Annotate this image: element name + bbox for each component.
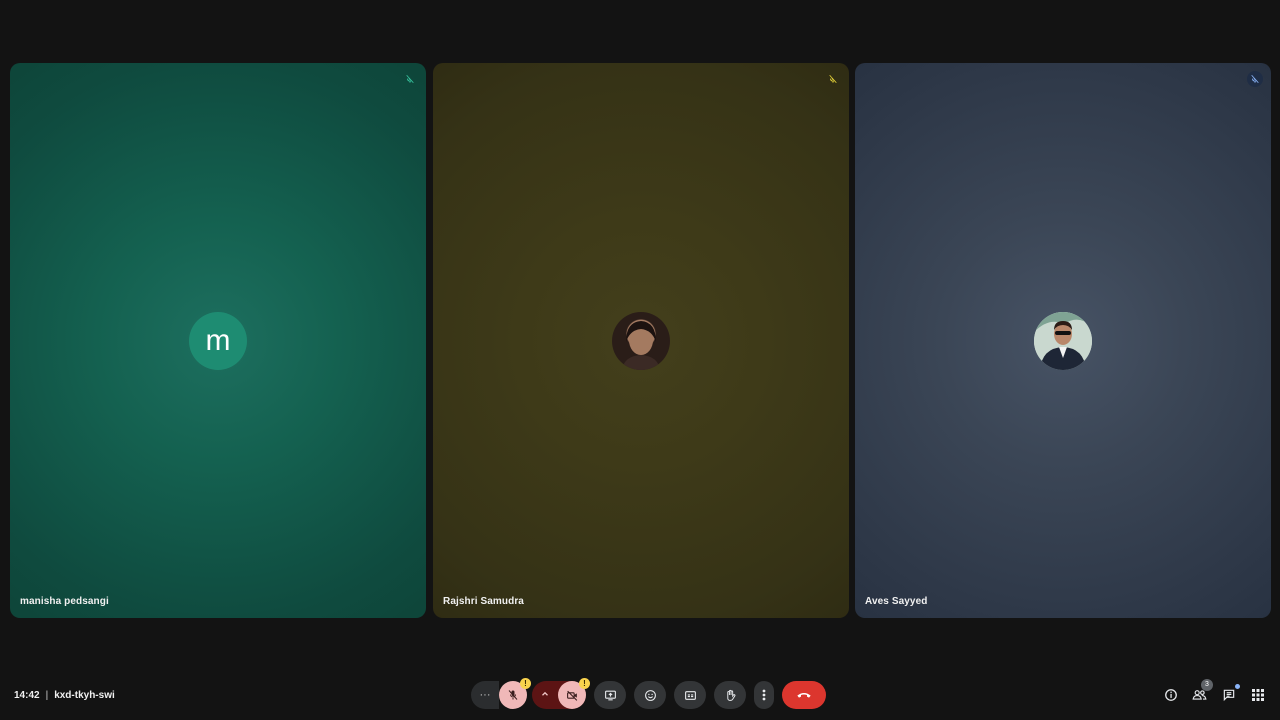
participant-tile[interactable]: Rajshri Samudra xyxy=(433,63,849,618)
more-options-left-button[interactable]: ··· xyxy=(471,681,499,709)
mic-off-icon xyxy=(507,689,519,701)
meeting-stage: m manisha pedsangi Rajshri Samudra Aves … xyxy=(0,0,1280,720)
captions-button[interactable] xyxy=(674,681,706,709)
present-screen-icon xyxy=(604,689,617,702)
call-controls: ··· ! ! xyxy=(471,678,834,709)
participant-name: manisha pedsangi xyxy=(20,596,109,607)
more-vert-icon xyxy=(762,689,766,701)
chat-icon xyxy=(1222,688,1236,702)
separator: | xyxy=(45,689,49,701)
info-button[interactable] xyxy=(1162,687,1179,704)
cam-warning-badge: ! xyxy=(579,678,590,689)
participant-tile[interactable]: m manisha pedsangi xyxy=(10,63,426,618)
camera-off-icon xyxy=(566,689,579,702)
side-panel-buttons: 3 xyxy=(1162,678,1266,707)
meeting-info: 14:42 | kxd-tkyh-swi xyxy=(14,688,115,702)
mic-off-icon xyxy=(402,71,418,87)
avatar xyxy=(1034,311,1092,370)
avatar-letter: m xyxy=(205,323,231,357)
chevron-up-icon[interactable] xyxy=(540,689,550,699)
dots-label: ··· xyxy=(479,689,491,701)
activities-icon xyxy=(1251,689,1264,701)
participant-tile[interactable]: Aves Sayyed xyxy=(855,63,1271,618)
captions-icon xyxy=(684,689,697,702)
microphone-button[interactable]: ! xyxy=(499,678,531,709)
raise-hand-button[interactable] xyxy=(714,681,746,709)
meeting-code: kxd-tkyh-swi xyxy=(54,689,115,701)
present-button[interactable] xyxy=(594,681,626,709)
mic-off-icon xyxy=(1247,71,1263,87)
unread-indicator xyxy=(1235,683,1240,689)
emoji-icon xyxy=(644,689,657,702)
raise-hand-icon xyxy=(724,689,737,702)
mic-warning-badge: ! xyxy=(520,678,531,689)
people-count-badge: 3 xyxy=(1201,678,1213,691)
emoji-button[interactable] xyxy=(634,681,666,709)
camera-control-group: ! xyxy=(532,678,590,709)
participant-name: Rajshri Samudra xyxy=(443,596,524,607)
mic-off-icon xyxy=(825,71,841,87)
info-icon xyxy=(1164,688,1178,702)
participant-name: Aves Sayyed xyxy=(865,596,928,607)
avatar: m xyxy=(189,311,247,370)
activities-button[interactable] xyxy=(1249,687,1266,704)
more-options-button[interactable] xyxy=(754,681,774,709)
chat-button[interactable] xyxy=(1220,683,1240,704)
avatar xyxy=(612,311,670,370)
people-button[interactable]: 3 xyxy=(1191,678,1213,704)
end-call-icon xyxy=(796,690,812,700)
end-call-button[interactable] xyxy=(782,681,826,709)
meeting-time: 14:42 xyxy=(14,689,40,701)
